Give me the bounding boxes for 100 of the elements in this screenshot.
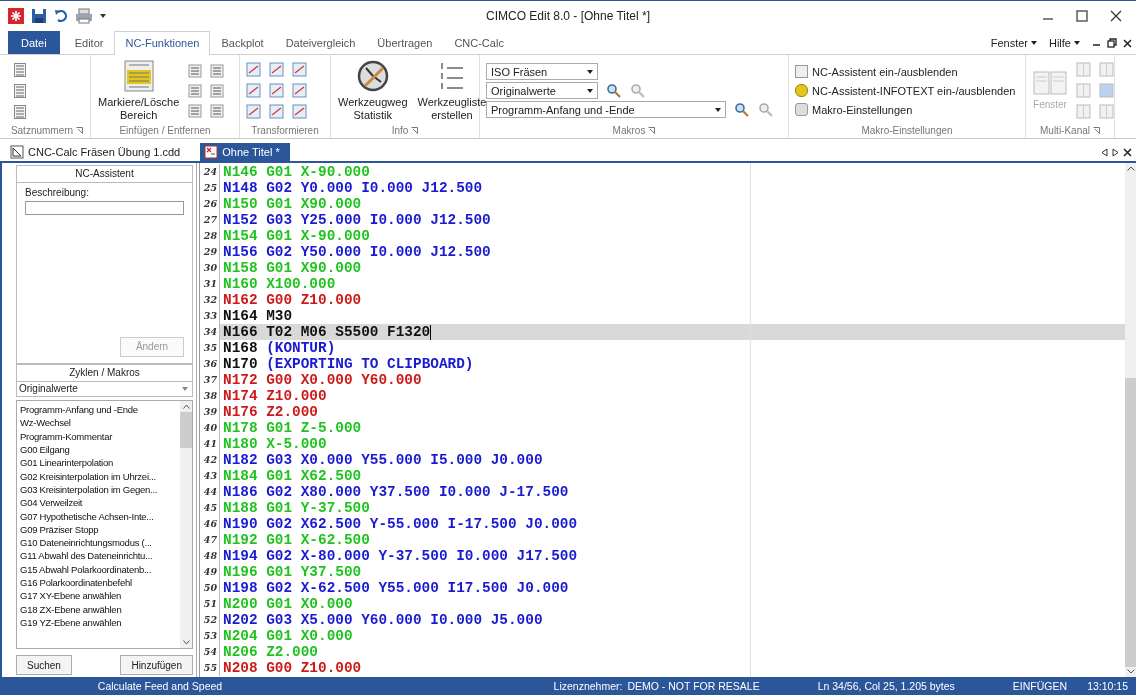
scroll-left-icon[interactable] bbox=[1101, 147, 1108, 157]
undo-icon[interactable] bbox=[54, 8, 68, 23]
transform-icon[interactable] bbox=[292, 104, 307, 119]
maximize-icon[interactable] bbox=[1076, 9, 1088, 22]
transform-icon[interactable] bbox=[292, 62, 307, 77]
search-icon[interactable] bbox=[630, 82, 646, 99]
panel-button[interactable]: Hinzufügen bbox=[120, 655, 193, 675]
printer-icon[interactable] bbox=[75, 7, 93, 24]
list-icon[interactable] bbox=[14, 83, 26, 98]
filter-dropdown[interactable]: Originalwerte bbox=[16, 381, 193, 398]
ribbon-tab[interactable]: CNC-Calc bbox=[443, 31, 515, 54]
menu-item[interactable]: Fenster bbox=[990, 37, 1028, 49]
search-icon[interactable] bbox=[734, 101, 750, 118]
window-icon bbox=[1033, 70, 1067, 95]
transform-icon[interactable] bbox=[292, 83, 307, 98]
group-label: Makro-Einstellungen bbox=[861, 124, 953, 136]
scroll-up-icon[interactable] bbox=[182, 404, 190, 410]
gauge-icon bbox=[356, 59, 389, 92]
list-icon[interactable] bbox=[210, 63, 225, 78]
close-icon[interactable] bbox=[1123, 147, 1132, 157]
search-icon[interactable] bbox=[606, 82, 622, 99]
macro-list-item[interactable]: G15 Abwahl Polarkoordinatenb... bbox=[20, 562, 177, 576]
list-icon[interactable] bbox=[210, 103, 225, 118]
scroll-down-icon[interactable] bbox=[182, 640, 190, 645]
dropdown[interactable]: Programm-Anfang und -Ende bbox=[486, 101, 726, 118]
dialog-launcher-icon[interactable] bbox=[648, 126, 656, 134]
ribbon-tab[interactable]: Backplot bbox=[210, 31, 275, 54]
document-tab[interactable]: CNC-Calc Fräsen Übung 1.cdd bbox=[6, 143, 191, 161]
dialog-launcher-icon[interactable] bbox=[1093, 126, 1100, 134]
close-icon[interactable] bbox=[1123, 38, 1132, 48]
mark-delete-button[interactable]: Markiere/Lösche Bereich bbox=[97, 59, 181, 122]
scroll-down-icon[interactable] bbox=[1126, 669, 1135, 674]
macro-list-item[interactable]: G03 Kreisinterpolation im Gegen... bbox=[20, 482, 177, 497]
ribbon-tab[interactable]: NC-Funktionen bbox=[114, 31, 211, 55]
dropdown[interactable]: ISO Fräsen bbox=[486, 63, 598, 80]
macro-list-item[interactable]: G10 Dateneinrichtungsmodus (... bbox=[20, 536, 177, 550]
code-line: N206 Z2.000 bbox=[222, 644, 318, 660]
dialog-launcher-icon[interactable] bbox=[411, 126, 419, 134]
code-line: N202 G03 X5.000 Y60.000 I0.000 J5.000 bbox=[222, 612, 543, 628]
save-icon[interactable] bbox=[31, 7, 47, 24]
list-icon[interactable] bbox=[188, 63, 203, 78]
transform-icon[interactable] bbox=[246, 104, 261, 119]
ribbon-command[interactable]: NC-Assistent ein-/ausblenden bbox=[795, 65, 1016, 78]
panel-button[interactable]: Suchen bbox=[16, 655, 72, 675]
menu-item[interactable]: Hilfe bbox=[1049, 37, 1071, 49]
ribbon-tab[interactable]: Übertragen bbox=[366, 31, 444, 54]
document-tab[interactable]: Ohne Titel * bbox=[200, 143, 290, 161]
transform-icon[interactable] bbox=[269, 104, 284, 119]
macro-list-item[interactable]: G17 XY-Ebene anwählen bbox=[20, 589, 177, 603]
list-icon[interactable] bbox=[210, 83, 225, 98]
macro-list-item[interactable]: G04 Verweilzeit bbox=[20, 496, 177, 510]
scroll-right-icon[interactable] bbox=[1112, 147, 1119, 157]
macro-list-item[interactable]: G18 ZX-Ebene anwählen bbox=[20, 602, 177, 616]
macro-list-item[interactable]: G01 Linearinterpolation bbox=[20, 456, 177, 470]
tool-list-button[interactable]: Werkzeugliste erstellen bbox=[416, 59, 488, 122]
macro-list-item[interactable]: Programm-Kommentar bbox=[20, 429, 177, 443]
transform-icon[interactable] bbox=[246, 62, 261, 77]
editor-scrollbar[interactable] bbox=[1125, 163, 1136, 677]
macro-list-item[interactable]: G02 Kreisinterpolation im Uhrzei... bbox=[20, 469, 177, 483]
list-icon[interactable] bbox=[188, 103, 203, 118]
restore-icon[interactable] bbox=[1107, 38, 1117, 48]
scrollbar-thumb[interactable] bbox=[1125, 378, 1136, 667]
macro-list-item[interactable]: G19 YZ-Ebene anwählen bbox=[20, 615, 177, 630]
macro-list-item[interactable]: G09 Präziser Stopp bbox=[20, 522, 177, 537]
macro-list-item[interactable]: G07 Hypothetische Achsen-Inte... bbox=[20, 509, 177, 523]
scrollbar-thumb[interactable] bbox=[180, 412, 192, 449]
toolpath-statistics-button[interactable]: Werkzeugweg Statistik bbox=[337, 59, 409, 122]
ribbon-command[interactable]: NC-Assistent-INFOTEXT ein-/ausblenden bbox=[795, 84, 1016, 97]
macro-list-item[interactable]: G00 Eilgang bbox=[20, 443, 177, 457]
list-icon[interactable] bbox=[188, 83, 203, 98]
file-tab[interactable]: Datei bbox=[8, 31, 60, 54]
transform-icon[interactable] bbox=[269, 62, 284, 77]
caret-icon[interactable] bbox=[1031, 41, 1037, 45]
code-line: N160 X100.000 bbox=[222, 276, 336, 292]
clock: 13:10:15 bbox=[1087, 680, 1128, 692]
scroll-up-icon[interactable] bbox=[1126, 166, 1135, 171]
macro-list-item[interactable]: Programm-Anfang und -Ende bbox=[20, 403, 177, 417]
caret-icon[interactable] bbox=[1074, 41, 1080, 45]
line-number: 27 bbox=[200, 212, 220, 228]
dialog-launcher-icon[interactable] bbox=[76, 126, 84, 134]
description-field[interactable] bbox=[25, 201, 184, 215]
license-label: Lizenznehmer: bbox=[553, 680, 623, 692]
transform-icon[interactable] bbox=[246, 83, 261, 98]
ribbon-command[interactable]: Makro-Einstellungen bbox=[795, 103, 1016, 116]
macro-list-item[interactable]: Wz-Wechsel bbox=[20, 416, 177, 430]
list-icon[interactable] bbox=[14, 62, 26, 77]
close-icon[interactable] bbox=[1110, 9, 1122, 22]
code-line: N152 G03 Y25.000 I0.000 J12.500 bbox=[222, 212, 491, 228]
ribbon-tab[interactable]: Dateivergleich bbox=[274, 31, 367, 54]
list-icon[interactable] bbox=[14, 104, 26, 119]
macro-list-item[interactable]: G16 Polarkoordinatenbefehl bbox=[20, 576, 177, 590]
line-number: 32 bbox=[200, 292, 220, 308]
dropdown[interactable]: Originalwerte bbox=[486, 82, 598, 99]
macro-list-item[interactable]: G11 Abwahl des Dateneinrichtu... bbox=[20, 549, 177, 563]
list-scrollbar[interactable] bbox=[180, 401, 192, 648]
code-line: N156 G02 Y50.000 I0.000 J12.500 bbox=[222, 244, 491, 260]
ribbon-tab[interactable]: Editor bbox=[63, 31, 115, 54]
transform-icon[interactable] bbox=[269, 83, 284, 98]
search-icon[interactable] bbox=[758, 101, 774, 118]
caret-icon[interactable] bbox=[100, 13, 106, 18]
